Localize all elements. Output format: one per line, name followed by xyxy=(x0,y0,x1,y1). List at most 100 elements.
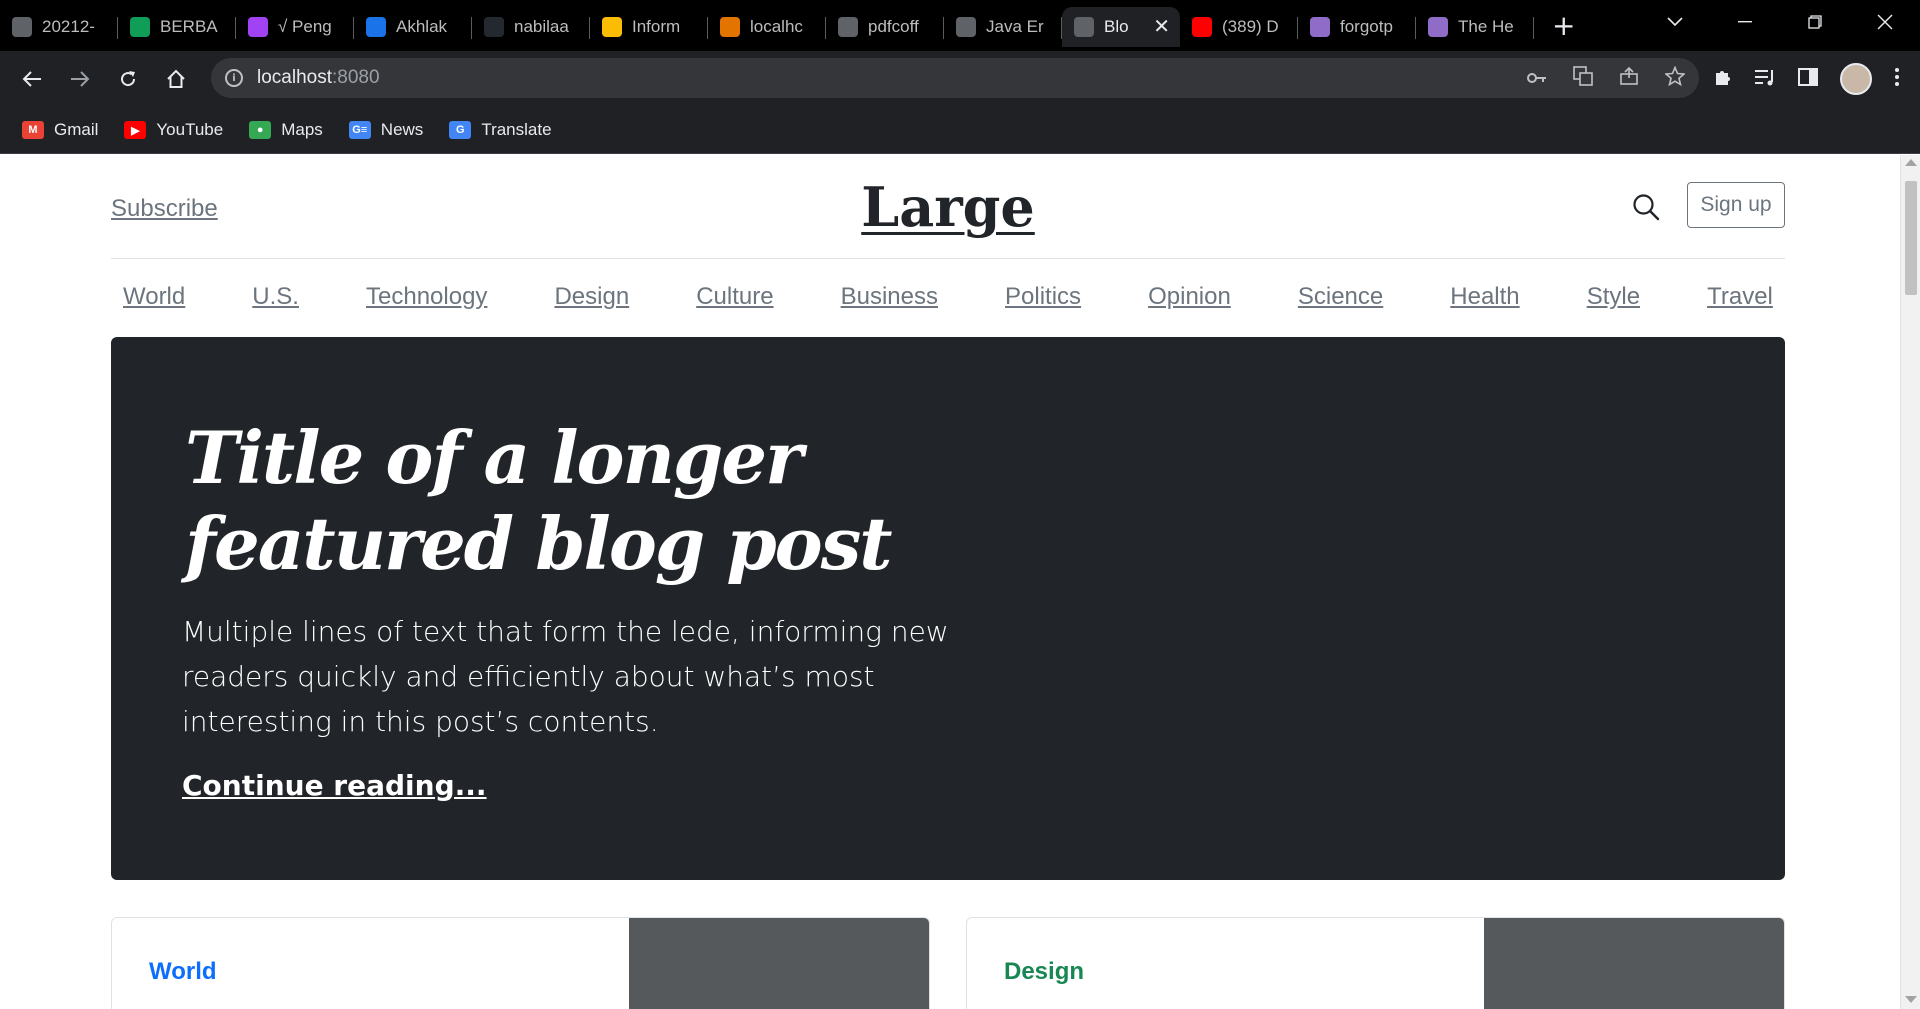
bookmark-label: Translate xyxy=(481,120,552,139)
browser-toolbar: i localhost:8080 xyxy=(0,51,1920,107)
browser-tab[interactable]: √ Peng xyxy=(236,7,354,47)
scroll-up-icon[interactable] xyxy=(1905,159,1917,166)
nav-link-science[interactable]: Science xyxy=(1298,283,1383,311)
browser-tab[interactable]: pdfcoff xyxy=(826,7,944,47)
bookmark-label: News xyxy=(380,120,424,139)
bookmark-youtube[interactable]: ▶ YouTube xyxy=(124,120,223,140)
nav-link-opinion[interactable]: Opinion xyxy=(1148,283,1231,311)
reading-list-icon[interactable] xyxy=(1754,67,1776,91)
nav-link-design[interactable]: Design xyxy=(554,283,629,311)
nav-link-us[interactable]: U.S. xyxy=(252,283,299,311)
browser-tab[interactable]: localhc xyxy=(708,7,826,47)
browser-tab[interactable]: BERBA xyxy=(118,7,236,47)
tab-favicon-icon xyxy=(838,16,858,37)
scrollbar-thumb[interactable] xyxy=(1905,181,1917,295)
post-card-category[interactable]: World xyxy=(149,958,217,986)
close-window-icon[interactable] xyxy=(1850,0,1920,44)
tab-active[interactable]: Blo ✕ xyxy=(1062,6,1180,47)
bookmark-label: Maps xyxy=(281,120,323,139)
tab-title: √ Peng xyxy=(278,16,332,36)
tab-favicon-icon xyxy=(366,16,386,37)
home-icon[interactable] xyxy=(156,59,196,99)
share-icon[interactable] xyxy=(1619,66,1639,91)
blog-header: Subscribe Large Sign up xyxy=(111,155,1785,259)
gmail-icon: M xyxy=(22,121,44,139)
profile-avatar[interactable] xyxy=(1840,63,1872,95)
tab-title: Akhlak xyxy=(396,16,448,36)
tab-title: The He xyxy=(1458,16,1514,36)
tab-title: pdfcoff xyxy=(868,16,919,36)
browser-tab[interactable]: Inform xyxy=(590,7,708,47)
reload-icon[interactable] xyxy=(108,59,148,99)
page-container: Subscribe Large Sign up World U.S. Technol… xyxy=(111,155,1785,1009)
featured-post-title: Title of a longer featured blog post xyxy=(185,415,892,586)
browser-tab[interactable]: Akhlak xyxy=(354,7,472,47)
browser-tab[interactable]: Java Er xyxy=(944,7,1062,47)
nav-link-technology[interactable]: Technology xyxy=(366,283,487,311)
bookmark-star-icon[interactable] xyxy=(1664,64,1686,91)
translate-page-icon[interactable] xyxy=(1573,65,1593,91)
menu-icon[interactable] xyxy=(1894,67,1900,92)
page-scrollbar[interactable] xyxy=(1900,155,1920,1009)
tab-favicon-icon xyxy=(248,16,268,37)
browser-tab[interactable]: nabilaa xyxy=(472,7,590,47)
tab-title: BERBA xyxy=(160,16,218,36)
post-card-category[interactable]: Design xyxy=(1004,958,1084,986)
bookmark-news[interactable]: G≡ News xyxy=(348,120,424,140)
close-tab-icon[interactable]: ✕ xyxy=(1153,14,1170,39)
site-info-icon[interactable]: i xyxy=(225,69,243,87)
post-card-thumbnail xyxy=(629,918,929,1009)
tab-title: nabilaa xyxy=(514,16,569,36)
side-panel-icon[interactable] xyxy=(1798,67,1818,91)
address-bar[interactable]: i localhost:8080 xyxy=(211,58,1699,98)
nav-link-health[interactable]: Health xyxy=(1450,283,1519,311)
tab-favicon-icon xyxy=(1074,16,1094,37)
browser-tab[interactable]: forgotp xyxy=(1298,7,1416,47)
nav-link-business[interactable]: Business xyxy=(841,283,938,311)
search-icon[interactable] xyxy=(1631,192,1661,222)
tab-title: Blo xyxy=(1104,16,1129,36)
tab-favicon-icon xyxy=(956,16,976,37)
tab-favicon-icon xyxy=(130,16,150,37)
nav-link-style[interactable]: Style xyxy=(1587,283,1640,311)
sign-up-button[interactable]: Sign up xyxy=(1687,182,1785,228)
url-text: localhost:8080 xyxy=(257,67,380,88)
restore-icon[interactable] xyxy=(1780,0,1850,44)
back-icon[interactable] xyxy=(12,59,52,99)
new-tab-button[interactable]: + xyxy=(1552,11,1575,40)
key-icon[interactable] xyxy=(1527,68,1547,89)
nav-link-travel[interactable]: Travel xyxy=(1707,283,1773,311)
tab-favicon-icon xyxy=(720,16,740,37)
post-cards: World Design xyxy=(111,917,1785,1009)
site-logo[interactable]: Large xyxy=(111,175,1785,239)
bookmark-label: Gmail xyxy=(54,120,99,139)
maps-icon: ● xyxy=(249,121,272,139)
tab-strip: 20212- BERBA √ Peng Akhlak nabilaa Inform loca… xyxy=(0,0,1920,51)
category-nav: World U.S. Technology Design Culture Business… xyxy=(111,259,1785,335)
browser-tab[interactable]: 20212- xyxy=(0,7,118,47)
tab-favicon-icon xyxy=(1192,16,1212,37)
nav-link-culture[interactable]: Culture xyxy=(696,283,773,311)
scroll-down-icon[interactable] xyxy=(1905,996,1917,1003)
tab-title: localhc xyxy=(750,16,803,36)
browser-tab[interactable]: The He xyxy=(1416,7,1534,47)
forward-icon[interactable] xyxy=(60,59,100,99)
tab-favicon-icon xyxy=(602,16,622,37)
youtube-icon: ▶ xyxy=(124,121,147,139)
bookmark-gmail[interactable]: M Gmail xyxy=(22,120,98,140)
bookmarks-bar: M Gmail ▶ YouTube ● Maps G≡ News G Translate xyxy=(0,107,1920,154)
tab-search-icon[interactable] xyxy=(1640,0,1710,44)
tab-favicon-icon xyxy=(484,16,504,37)
minimize-icon[interactable] xyxy=(1710,0,1780,44)
browser-tab[interactable]: (389) D xyxy=(1180,7,1298,47)
nav-link-world[interactable]: World xyxy=(123,283,185,311)
tab-title: forgotp xyxy=(1340,16,1393,36)
extensions-icon[interactable] xyxy=(1712,67,1732,92)
nav-link-politics[interactable]: Politics xyxy=(1005,283,1081,311)
tab-favicon-icon xyxy=(12,16,32,37)
tab-favicon-icon xyxy=(1428,16,1448,37)
continue-reading-link[interactable]: Continue reading... xyxy=(182,769,487,802)
tab-title: (389) D xyxy=(1222,16,1279,36)
bookmark-translate[interactable]: G Translate xyxy=(449,120,552,140)
bookmark-maps[interactable]: ● Maps xyxy=(249,120,323,140)
